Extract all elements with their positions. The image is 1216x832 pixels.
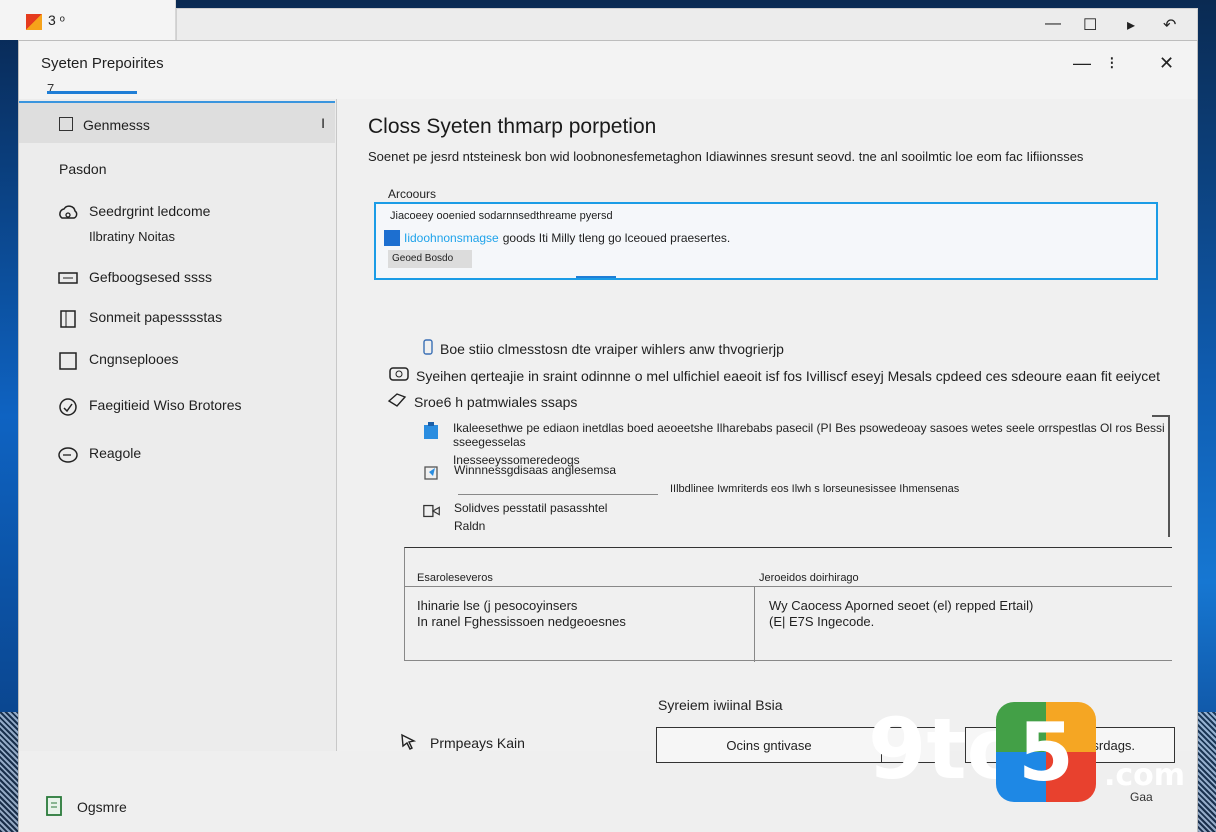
accounts-line-2: Iidoohnonsmagse goods Iti Milly tleng go… [384,230,730,246]
selection-square-icon [384,230,400,246]
shield-icon [57,397,79,417]
close-button[interactable]: ✕ [1159,53,1174,74]
tag-icon [386,391,408,412]
grid-cell-right-line-1: Wy Caocess Aporned seoet (el) repped Ert… [769,598,1034,613]
checkbox-icon[interactable] [422,339,434,358]
sidebar-item-label: Cngnseplooes [89,351,179,367]
grid-header-left: Esaroleseveros [417,572,493,584]
watermark-underlying-text: Gaa [1130,790,1153,804]
back-undo-icon[interactable]: ↶ [1163,15,1176,35]
minimize-button[interactable]: — [1073,53,1091,74]
desktop-dither-right [1196,712,1216,832]
panel-icon [57,309,79,329]
list-item-label: Ikaleesethwe pe ediaon inetdlas boed aeo… [452,421,1165,449]
sidebar-item-label: Reagole [89,445,142,461]
sidebar-item-remote-welcome[interactable]: Seedrgrint ledcome Ilbratiny Noitas [57,203,210,244]
list-item[interactable]: Winnnessgdisaas anglesemsa [422,463,616,483]
accounts-panel[interactable]: Jiacoeey ooenied sodarnnsedthreame pyers… [374,202,1158,280]
info-grid: Esaroleseveros Jeroeidos doirhirago Ihin… [404,547,1172,662]
accounts-line-2-text: goods Iti Milly tleng go lceoued praeser… [502,231,731,245]
sidebar-item-label: Seedrgrint ledcome [89,203,211,219]
grid-cell-left: Ihinarie lse (j pesocoyinsers In ranel F… [417,598,626,630]
drive-icon [422,501,442,521]
cloud-settings-icon [57,203,79,223]
list-item[interactable]: Ikaleesethwe pe ediaon inetdlas boed aeo… [422,421,1199,467]
watermark-domain: .com [1104,758,1186,793]
dialog-title: Syeten Prepoirites [41,55,164,72]
page-description: Soenet pe jesrd ntsteinesk bon wid loobn… [368,149,1084,164]
taskbar-app-label: 3 ᵒ [48,12,65,28]
list-item-sublabel: Raldn [454,519,486,533]
option-row-1-label: Boe stiio clmesstosn dte vraiper wihlers… [440,340,784,357]
list-aside-note: IIlbdlinee Iwmriterds eos Ilwh s lorseun… [670,483,960,495]
footer-link[interactable]: Ogsmre [77,799,127,815]
primary-button-label: Ocins gntivase [726,737,812,753]
text-cursor-icon: I [321,115,325,131]
sidebar-item-remote[interactable]: Reagole [57,445,141,465]
option-row-3-label: Sroe6 h patmwiales ssaps [414,393,578,410]
settings-cog-icon [388,365,410,386]
option-row-1[interactable]: Boe stiio clmesstosn dte vraiper wihlers… [422,339,784,358]
properties-link[interactable]: Prmpeays Kain [398,731,525,754]
title-accent-bar [47,91,137,94]
option-row-2[interactable]: Syeihen qerteajie in sraint odinnne o me… [388,365,1160,386]
sidebar: Genmesss I Pasdon Seedrgrint ledcome Ilb… [19,99,337,751]
grid-column-divider [754,586,755,662]
watermark-logo: 9to 5 .com Gaa [868,700,1198,810]
watermark-five-tile: 5 [996,702,1096,802]
accounts-highlight[interactable]: Iidoohnonsmagse [404,231,499,245]
sidebar-item-label: Gefboogsesed ssss [89,269,212,285]
grid-divider [405,586,1172,587]
checkbox-icon [59,117,73,131]
sidebar-item-label: Faegitieid Wiso Brotores [89,397,242,413]
desktop-background [0,0,18,832]
app-icon [26,14,42,30]
back-maximize-icon[interactable]: ☐ [1083,15,1097,35]
sidebar-item-hardware[interactable]: Gefboogsesed ssss [57,269,212,289]
monitor-icon [57,269,79,289]
sidebar-item-general[interactable]: Genmesss I [19,101,335,143]
list-item-label: Solidves pesstatil pasasshtel [454,501,608,515]
properties-link-label: Prmpeays Kain [430,734,525,751]
accounts-action-button[interactable]: Geoed Bosdo [388,250,472,268]
list-item[interactable]: Solidves pesstatil pasasshtel Raldn [422,501,607,533]
document-icon [45,795,63,822]
option-row-3[interactable]: Sroe6 h patmwiales ssaps [386,391,577,412]
list-item-label: Winnnessgdisaas anglesemsa [454,463,617,477]
background-window-titlebar: — ☐ ▸ ↶ [176,8,1198,42]
sidebar-item-label: Sonmeit papesssstas [89,309,223,325]
sidebar-item-system-protection[interactable]: Faegitieid Wiso Brotores [57,397,242,417]
back-minimize-icon[interactable]: — [1045,15,1061,33]
pointer-icon [398,731,420,754]
status-caption: Syreiem iwiinal Bsia [658,697,783,713]
square-icon [57,351,79,371]
page-title: Closs Syeten thmarp porpetion [368,115,657,138]
paper-plane-icon [422,463,442,483]
grid-cell-right-line-2: (E| E7S Ingecode. [769,614,875,629]
accounts-line-1: Jiacoeey ooenied sodarnnsedthreame pyers… [390,210,613,222]
back-caret-icon[interactable]: ▸ [1127,15,1135,35]
focus-accent-bar [576,276,616,278]
sidebar-item-performance[interactable]: Sonmeit papesssstas [57,309,222,329]
dialog-titlebar: Syeten Prepoirites 7 — ⁝ ✕ [19,41,1197,99]
more-button[interactable]: ⁝ [1109,53,1115,74]
sidebar-heading: Pasdon [59,161,107,177]
sidebar-item-sublabel: Ilbratiny Noitas [89,229,175,244]
sidebar-item-computer-name[interactable]: Cngnseplooes [57,351,179,371]
circle-arrow-icon [57,445,79,465]
grid-cell-left-line-1: Ihinarie lse (j pesocoyinsers [417,598,578,613]
list-divider [458,494,658,495]
desktop-dither-left [0,712,20,832]
accounts-label: Arcoours [388,187,437,201]
option-row-2-label: Syeihen qerteajie in sraint odinnne o me… [416,367,1160,384]
taskbar-app-tab[interactable]: 3 ᵒ [0,0,176,40]
clipboard-icon [422,421,441,441]
grid-header-right: Jeroeidos doirhirago [759,572,859,584]
sidebar-item-label: Genmesss [83,117,150,133]
grid-cell-left-line-2: In ranel Fghessissoen nedgeoesnes [417,614,626,629]
grid-cell-right: Wy Caocess Aporned seoet (el) repped Ert… [769,598,1033,630]
